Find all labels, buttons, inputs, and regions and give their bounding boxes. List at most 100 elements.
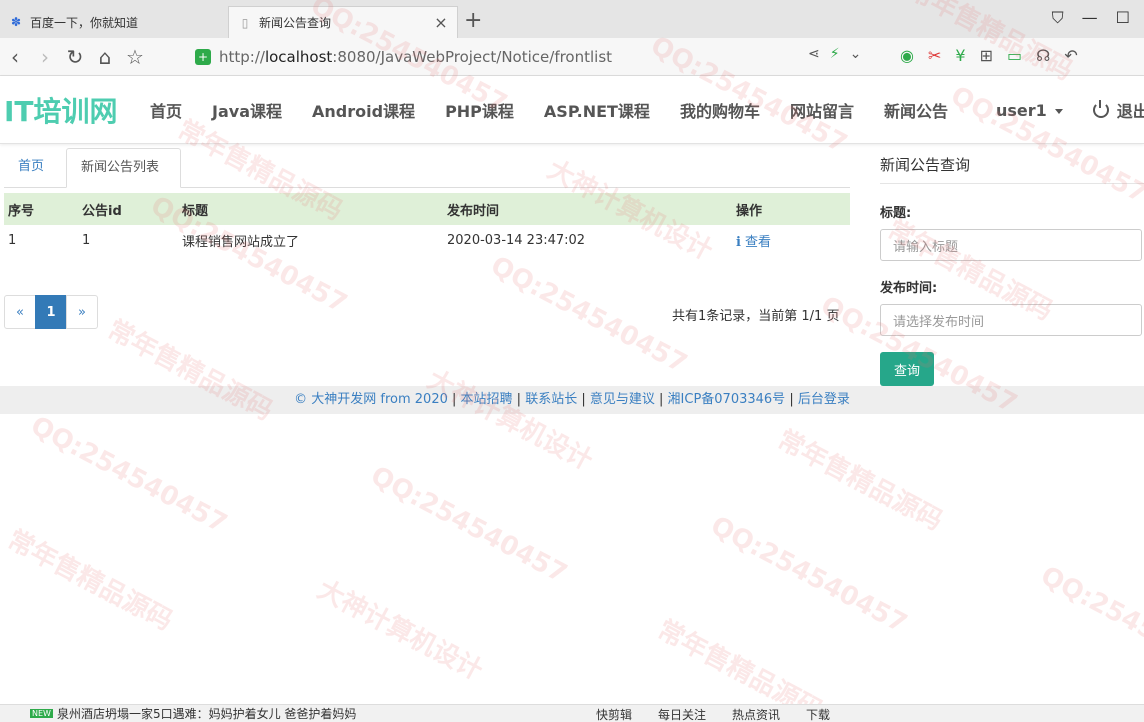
yen-icon[interactable]: ¥ bbox=[955, 46, 965, 65]
tab-home[interactable]: 首页 bbox=[4, 148, 58, 188]
prev-page-button[interactable]: « bbox=[4, 295, 36, 329]
star-icon[interactable]: ☆ bbox=[120, 45, 150, 69]
browser-tab-baidu[interactable]: ✽ 百度一下，你就知道 bbox=[0, 6, 225, 38]
status-item-daily[interactable]: 每日关注 bbox=[658, 706, 706, 722]
minimize-icon[interactable]: — bbox=[1082, 8, 1098, 28]
time-label: 发布时间: bbox=[880, 281, 938, 296]
table-header-row: 序号 公告id 标题 发布时间 操作 bbox=[4, 193, 850, 225]
pagination: « 1 » bbox=[4, 295, 98, 329]
view-label: 查看 bbox=[744, 234, 771, 250]
nav-php-courses[interactable]: PHP课程 bbox=[445, 98, 514, 122]
watermark-design: 大神计算机设计 bbox=[312, 574, 488, 687]
url-prefix: http:// bbox=[219, 48, 265, 66]
query-button[interactable]: 查询 bbox=[880, 352, 934, 386]
watermark-qq: QQ:254540457 bbox=[485, 250, 692, 380]
status-item-download[interactable]: 下载 bbox=[806, 706, 830, 722]
cell-time: 2020-03-14 23:47:02 bbox=[447, 232, 586, 248]
footer-link-icp[interactable]: 湘ICP备0703346号 bbox=[668, 392, 786, 407]
nav-shopping-cart[interactable]: 我的购物车 bbox=[680, 98, 760, 122]
paw-icon: ✽ bbox=[10, 15, 22, 29]
nav-aspnet-courses[interactable]: ASP.NET课程 bbox=[544, 98, 650, 122]
reload-icon[interactable]: ↻ bbox=[60, 45, 90, 69]
news-ticker[interactable]: 泉州酒店坍塌一家5口遇难：妈妈护着女儿 爸爸护着妈妈 bbox=[57, 705, 356, 722]
status-tools: 快剪辑 每日关注 热点资讯 下载 bbox=[596, 705, 830, 722]
header-title: 标题 bbox=[178, 193, 443, 225]
header-id: 公告id bbox=[78, 193, 178, 225]
status-item-hot-news[interactable]: 热点资讯 bbox=[732, 706, 780, 722]
main-menu: 首页 Java课程 Android课程 PHP课程 ASP.NET课程 我的购物… bbox=[150, 76, 978, 144]
nav-android-courses[interactable]: Android课程 bbox=[312, 98, 415, 122]
user-area: user1 退出 bbox=[996, 76, 1144, 144]
tab-label: 新闻公告查询 bbox=[259, 16, 332, 30]
view-link[interactable]: i 查看 bbox=[736, 235, 771, 250]
nav-java-courses[interactable]: Java课程 bbox=[212, 98, 282, 122]
battery-icon[interactable]: ▭ bbox=[1007, 46, 1022, 65]
browser-tab-notice[interactable]: ▯ 新闻公告查询 × bbox=[228, 6, 458, 38]
user-dropdown[interactable]: user1 bbox=[996, 101, 1063, 120]
watermark-qq: QQ:254540457 bbox=[25, 410, 232, 540]
title-input[interactable]: 请输入标题 bbox=[880, 229, 1142, 261]
watermark-qq: QQ:254540457 bbox=[705, 510, 912, 640]
site-navbar: IT培训网 首页 Java课程 Android课程 PHP课程 ASP.NET课… bbox=[0, 76, 1144, 144]
watermark-source: 常年售精品源码 bbox=[772, 424, 948, 537]
header-time: 发布时间 bbox=[443, 193, 732, 225]
home-icon[interactable]: ⌂ bbox=[90, 45, 120, 69]
share-icon[interactable]: ⋖ bbox=[808, 46, 820, 62]
close-tab-icon[interactable]: × bbox=[433, 13, 449, 32]
cell-title: 课程销售网站成立了 bbox=[182, 234, 300, 250]
forward-icon[interactable]: › bbox=[30, 45, 60, 69]
headphones-icon[interactable]: ☊ bbox=[1036, 46, 1050, 65]
header-action: 操作 bbox=[732, 193, 850, 225]
watermark-qq: QQ:254540457 bbox=[365, 460, 572, 590]
logout-link[interactable]: 退出 bbox=[1092, 98, 1144, 122]
url-path: :8080/JavaWebProject/Notice/frontlist bbox=[332, 48, 613, 66]
breadcrumb: 首页 新闻公告列表 bbox=[4, 148, 850, 188]
scissors-icon[interactable]: ✂ bbox=[928, 46, 941, 65]
new-badge: NEW bbox=[30, 709, 53, 718]
browser-status-bar: NEW 泉州酒店坍塌一家5口遇难：妈妈护着女儿 爸爸护着妈妈 快剪辑 每日关注 … bbox=[0, 704, 1144, 722]
info-icon: i bbox=[736, 234, 741, 250]
watermark-design: 大神计算机设计 bbox=[422, 364, 598, 477]
header-no: 序号 bbox=[4, 193, 78, 225]
nav-guestbook[interactable]: 网站留言 bbox=[790, 98, 854, 122]
new-tab-icon[interactable]: + bbox=[464, 10, 482, 32]
url-actions: ⋖ ⚡ ⌄ bbox=[808, 46, 861, 62]
apps-icon[interactable]: ⊞ bbox=[980, 46, 993, 65]
footer-link-admin-login[interactable]: 后台登录 bbox=[798, 392, 850, 407]
footer-link-feedback[interactable]: 意见与建议 bbox=[590, 392, 655, 407]
publish-time-input[interactable]: 请选择发布时间 bbox=[880, 304, 1142, 336]
watermark-source: 常年售精品源码 bbox=[2, 524, 178, 637]
chevron-down-icon[interactable]: ⌄ bbox=[850, 46, 862, 62]
nav-home[interactable]: 首页 bbox=[150, 98, 182, 122]
status-item-quick-edit[interactable]: 快剪辑 bbox=[596, 706, 632, 722]
cell-no: 1 bbox=[8, 232, 17, 248]
table-row: 1 1 课程销售网站成立了 2020-03-14 23:47:02 i 查看 bbox=[4, 225, 850, 255]
tab-label: 百度一下，你就知道 bbox=[30, 15, 139, 30]
maximize-icon[interactable]: ☐ bbox=[1116, 8, 1130, 28]
next-page-button[interactable]: » bbox=[66, 295, 98, 329]
url-field[interactable]: + http://localhost:8080/JavaWebProject/N… bbox=[195, 44, 885, 70]
site-brand-logo[interactable]: IT培训网 bbox=[4, 90, 118, 130]
footer-link-contact[interactable]: 联系站长 bbox=[525, 392, 577, 407]
logout-label: 退出 bbox=[1116, 102, 1144, 121]
copyright-link[interactable]: © 大神开发网 from 2020 bbox=[294, 392, 448, 407]
undo-icon[interactable]: ↶ bbox=[1064, 46, 1077, 65]
page-1-button[interactable]: 1 bbox=[35, 295, 67, 329]
lightning-icon[interactable]: ⚡ bbox=[830, 46, 840, 62]
notice-table: 序号 公告id 标题 发布时间 操作 1 1 课程销售网站成立了 2020-03… bbox=[4, 193, 850, 255]
notice-search-panel: 新闻公告查询 标题: 请输入标题 发布时间: 请选择发布时间 查询 bbox=[880, 148, 1144, 386]
window-controls: ⛉ — ☐ bbox=[1052, 8, 1144, 28]
chat-icon[interactable]: ◉ bbox=[900, 46, 914, 65]
back-icon[interactable]: ‹ bbox=[0, 45, 30, 69]
record-summary: 共有1条记录，当前第 1/1 页 bbox=[672, 309, 840, 324]
browser-address-bar: ‹ › ↻ ⌂ ☆ + http://localhost:8080/JavaWe… bbox=[0, 38, 1144, 76]
watermark-qq: QQ:254540457 bbox=[1035, 560, 1144, 690]
footer-link-jobs[interactable]: 本站招聘 bbox=[461, 392, 513, 407]
nav-notices[interactable]: 新闻公告 bbox=[884, 98, 948, 122]
tab-notice-list[interactable]: 新闻公告列表 bbox=[66, 148, 181, 188]
browser-tab-bar: ✽ 百度一下，你就知道 ▯ 新闻公告查询 × + ⛉ — ☐ bbox=[0, 0, 1144, 38]
user-name: user1 bbox=[996, 100, 1047, 120]
title-label: 标题: bbox=[880, 206, 912, 221]
shirt-icon[interactable]: ⛉ bbox=[1052, 8, 1064, 28]
page-icon: ▯ bbox=[241, 15, 249, 30]
